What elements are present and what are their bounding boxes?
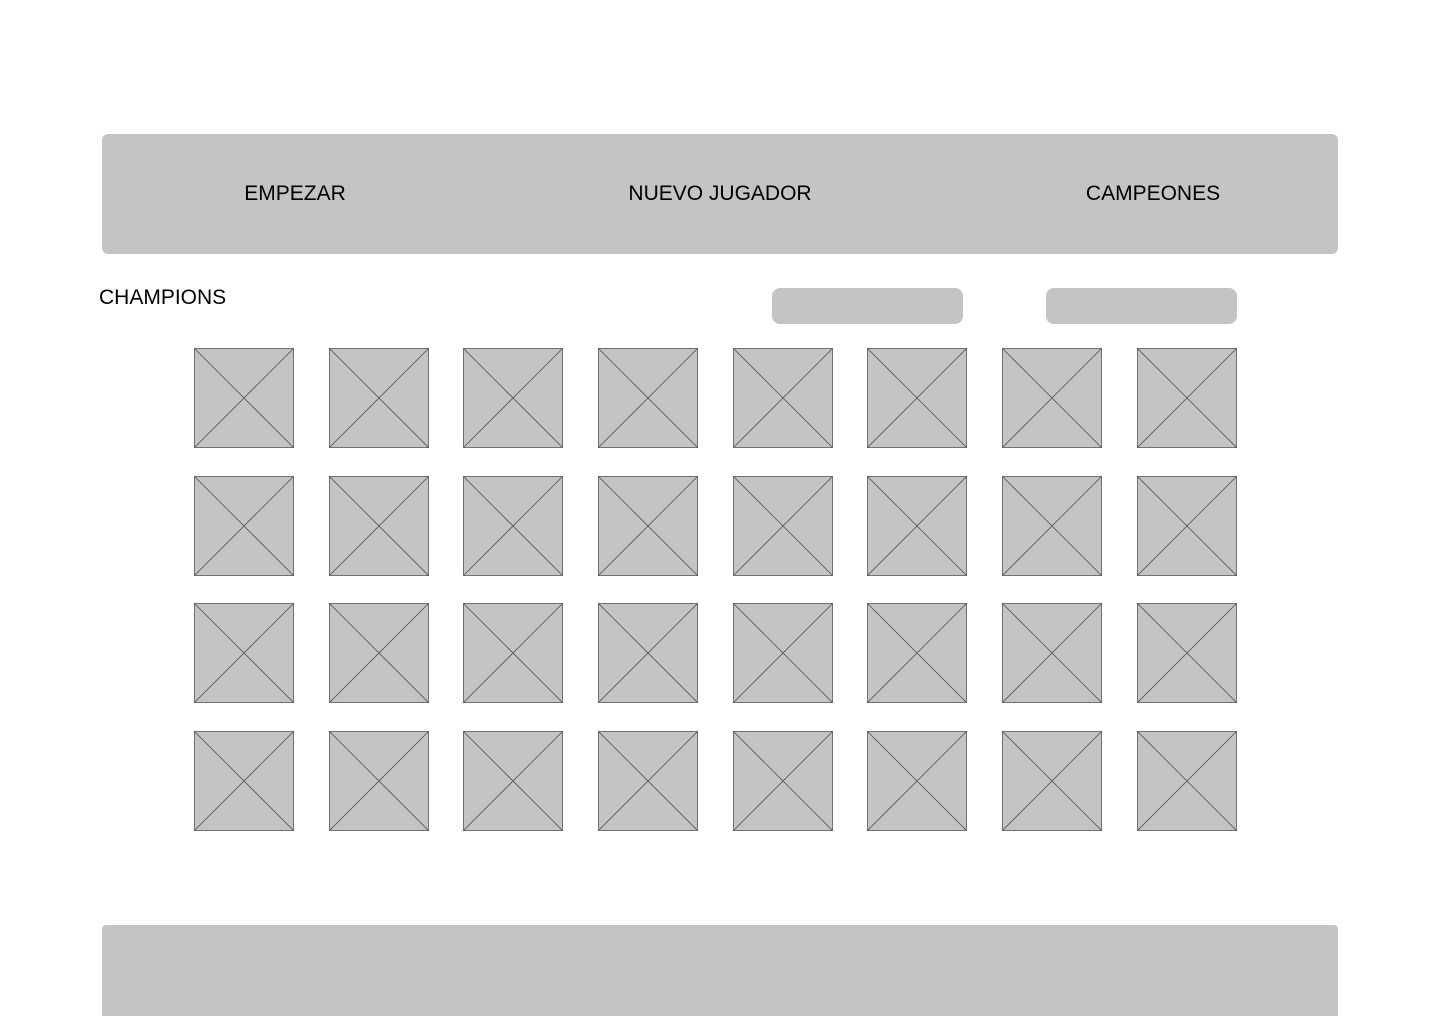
image-placeholder-icon [463,730,564,831]
champion-tile[interactable] [463,475,564,576]
image-placeholder-icon [732,348,833,448]
image-placeholder-icon [598,730,699,831]
image-placeholder-icon [867,730,968,831]
image-placeholder-icon [194,475,294,576]
champion-tile[interactable] [732,730,833,831]
image-placeholder-icon [463,603,564,704]
image-placeholder-icon [867,603,968,704]
footer-bar [102,925,1338,1016]
image-placeholder-icon [1002,475,1103,576]
champion-tile[interactable] [1002,348,1103,448]
champion-tile[interactable] [732,475,833,576]
champion-tile[interactable] [1002,603,1103,704]
champion-tile[interactable] [598,603,699,704]
champion-tile[interactable] [194,603,294,704]
image-placeholder-icon [1136,603,1237,704]
champion-tile[interactable] [732,348,833,448]
image-placeholder-icon [1136,730,1237,831]
champion-tile[interactable] [867,730,968,831]
champion-tile[interactable] [463,603,564,704]
image-placeholder-icon [867,475,968,576]
champion-tile[interactable] [463,348,564,448]
champion-tile[interactable] [328,730,429,831]
top-nav-bar: EMPEZAR NUEVO JUGADOR CAMPEONES [102,134,1338,254]
image-placeholder-icon [1002,730,1103,831]
champion-tile[interactable] [1136,730,1237,831]
champion-tile[interactable] [598,475,699,576]
champion-grid [194,348,1237,831]
nav-champions-link[interactable]: CAMPEONES [1086,178,1220,210]
champion-tile[interactable] [732,603,833,704]
image-placeholder-icon [328,348,429,448]
champion-tile[interactable] [598,348,699,448]
image-placeholder-icon [328,730,429,831]
champion-tile[interactable] [867,603,968,704]
image-placeholder-icon [194,730,294,831]
filter-field-2[interactable] [1046,288,1237,324]
image-placeholder-icon [867,348,968,448]
champion-tile[interactable] [194,730,294,831]
image-placeholder-icon [732,475,833,576]
champion-tile[interactable] [328,603,429,704]
champion-tile[interactable] [598,730,699,831]
filter-field-1[interactable] [772,288,963,324]
image-placeholder-icon [598,475,699,576]
image-placeholder-icon [1136,475,1237,576]
champion-tile[interactable] [328,348,429,448]
champion-tile[interactable] [194,348,294,448]
image-placeholder-icon [598,348,699,448]
image-placeholder-icon [328,603,429,704]
section-title: CHAMPIONS [99,286,227,309]
champion-tile[interactable] [194,475,294,576]
champion-tile[interactable] [328,475,429,576]
image-placeholder-icon [732,603,833,704]
champion-tile[interactable] [463,730,564,831]
image-placeholder-icon [194,603,294,704]
image-placeholder-icon [598,603,699,704]
image-placeholder-icon [1002,348,1103,448]
champion-tile[interactable] [1002,475,1103,576]
champion-tile[interactable] [1002,730,1103,831]
image-placeholder-icon [328,475,429,576]
champion-tile[interactable] [1136,475,1237,576]
champion-tile[interactable] [1136,348,1237,448]
image-placeholder-icon [1002,603,1103,704]
champion-tile[interactable] [867,348,968,448]
nav-start-link[interactable]: EMPEZAR [244,178,346,210]
image-placeholder-icon [463,348,564,448]
image-placeholder-icon [194,348,294,448]
image-placeholder-icon [463,475,564,576]
champion-tile[interactable] [867,475,968,576]
champion-tile[interactable] [1136,603,1237,704]
image-placeholder-icon [732,730,833,831]
nav-new-player-link[interactable]: NUEVO JUGADOR [628,178,811,210]
image-placeholder-icon [1136,348,1237,448]
